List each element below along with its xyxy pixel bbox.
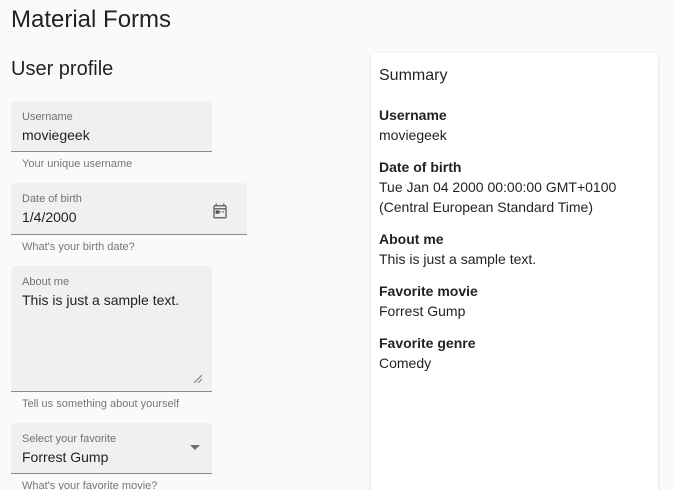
about-field[interactable]: About me This is just a sample text. <box>11 266 212 392</box>
about-textarea[interactable]: This is just a sample text. <box>22 292 179 308</box>
page: Material Forms User profile Username mov… <box>0 0 673 490</box>
movie-value[interactable]: Forrest Gump <box>22 449 108 465</box>
dob-field[interactable]: Date of birth 1/4/2000 <box>11 183 247 235</box>
summary-value: This is just a sample text. <box>379 251 537 267</box>
summary-item-movie: Favorite movie Forrest Gump <box>379 281 654 321</box>
username-label: Username <box>22 111 73 123</box>
dob-hint: What's your birth date? <box>22 241 135 253</box>
summary-item-genre: Favorite genre Comedy <box>379 333 654 373</box>
summary-value: moviegeek <box>379 127 447 143</box>
username-hint: Your unique username <box>22 158 133 170</box>
summary-card: Summary Username moviegeek Date of birth… <box>371 53 658 490</box>
summary-value: Forrest Gump <box>379 303 466 319</box>
summary-value: Comedy <box>379 355 432 371</box>
summary-item-about: About me This is just a sample text. <box>379 229 654 269</box>
movie-hint: What's your favorite movie? <box>22 480 158 490</box>
dob-label: Date of birth <box>22 193 82 205</box>
summary-key: About me <box>379 231 444 247</box>
dob-input[interactable]: 1/4/2000 <box>22 209 77 225</box>
summary-key: Favorite movie <box>379 283 478 299</box>
summary-key: Username <box>379 107 447 123</box>
summary-key: Date of birth <box>379 159 462 175</box>
summary-item-username: Username moviegeek <box>379 105 654 145</box>
username-input[interactable]: moviegeek <box>22 127 90 143</box>
summary-list: Username moviegeek Date of birth Tue Jan… <box>379 105 654 385</box>
movie-select[interactable]: Select your favorite Forrest Gump <box>11 423 212 474</box>
summary-key: Favorite genre <box>379 335 476 351</box>
about-label: About me <box>22 276 70 288</box>
chevron-down-icon[interactable] <box>190 445 200 450</box>
section-title: User profile <box>11 58 114 80</box>
summary-item-dob: Date of birth Tue Jan 04 2000 00:00:00 G… <box>379 157 654 217</box>
summary-title: Summary <box>379 67 448 84</box>
about-hint: Tell us something about yourself <box>22 398 180 410</box>
resize-handle-icon[interactable] <box>193 374 202 383</box>
summary-value: Tue Jan 04 2000 00:00:00 GMT+0100 (Centr… <box>379 179 617 215</box>
app-title: Material Forms <box>11 6 172 33</box>
username-field[interactable]: Username moviegeek <box>11 101 212 152</box>
movie-label: Select your favorite <box>22 433 117 445</box>
calendar-icon[interactable] <box>211 202 229 220</box>
